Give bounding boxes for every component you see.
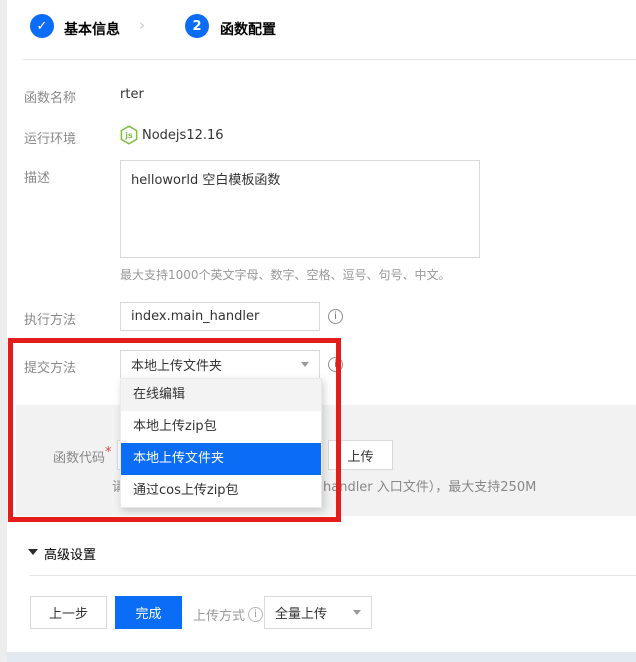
function-name-value: rter	[120, 87, 144, 102]
nodejs-icon: js	[120, 125, 138, 149]
upload-mode-select[interactable]: 全量上传	[264, 596, 372, 629]
step1-label: 基本信息	[64, 19, 120, 39]
page-left-gutter	[0, 0, 7, 662]
step2-number-badge: 2	[185, 14, 209, 38]
step2-label: 函数配置	[220, 19, 276, 39]
upload-button[interactable]: 上传	[328, 440, 393, 470]
dropdown-option-online-edit[interactable]: 在线编辑	[121, 379, 321, 411]
handler-info-icon[interactable]: i	[328, 309, 343, 324]
function-code-panel	[16, 405, 636, 516]
step2-number: 2	[192, 19, 201, 34]
dropdown-option-local-zip[interactable]: 本地上传zip包	[121, 411, 321, 443]
advanced-settings-toggle[interactable]: 高级设置	[44, 544, 96, 563]
upload-mode-value: 全量上传	[275, 603, 353, 622]
chevron-down-icon	[353, 610, 361, 615]
header-divider	[23, 59, 636, 60]
page-bottom-edge	[7, 652, 636, 662]
description-hint: 最大支持1000个英文字母、数字、空格、逗号、句号、中文。	[120, 266, 451, 283]
required-asterisk: *	[105, 445, 112, 460]
description-textarea[interactable]: helloworld 空白模板函数	[120, 160, 480, 258]
step-chevron-icon: ›	[139, 16, 145, 34]
previous-step-button[interactable]: 上一步	[30, 596, 107, 629]
runtime-label: 运行环境	[24, 128, 76, 147]
footer-divider	[30, 575, 636, 576]
description-label: 描述	[24, 167, 50, 186]
dropdown-option-local-folder[interactable]: 本地上传文件夹	[121, 443, 321, 475]
finish-button[interactable]: 完成	[115, 596, 182, 629]
step1-check-icon: ✓	[30, 14, 54, 38]
chevron-down-icon	[301, 362, 309, 367]
upload-mode-info-icon[interactable]: i	[248, 607, 263, 622]
handler-label: 执行方法	[24, 309, 76, 328]
submit-method-select[interactable]: 本地上传文件夹	[120, 350, 320, 379]
upload-mode-label: 上传方式	[193, 605, 245, 624]
submit-method-dropdown-menu: 在线编辑 本地上传zip包 本地上传文件夹 通过cos上传zip包	[120, 378, 322, 508]
function-name-label: 函数名称	[24, 87, 76, 106]
handler-input[interactable]	[120, 302, 320, 331]
upload-mode-label-row: 上传方式i	[193, 605, 263, 624]
submit-method-label: 提交方法	[24, 357, 76, 376]
submit-method-value: 本地上传文件夹	[131, 355, 301, 374]
function-config-page: ✓ 基本信息 › 2 函数配置 函数名称 rter 运行环境 js Nodejs…	[0, 0, 636, 662]
submit-method-info-icon[interactable]: i	[328, 357, 343, 372]
runtime-value: Nodejs12.16	[142, 128, 224, 143]
svg-text:js: js	[124, 131, 133, 140]
collapse-triangle-icon	[28, 549, 38, 555]
check-icon: ✓	[37, 19, 48, 34]
function-code-label: 函数代码	[53, 447, 105, 466]
dropdown-option-cos-zip[interactable]: 通过cos上传zip包	[121, 475, 321, 507]
code-hint-fragment-right: handler 入口文件），最大支持250M	[323, 476, 536, 495]
